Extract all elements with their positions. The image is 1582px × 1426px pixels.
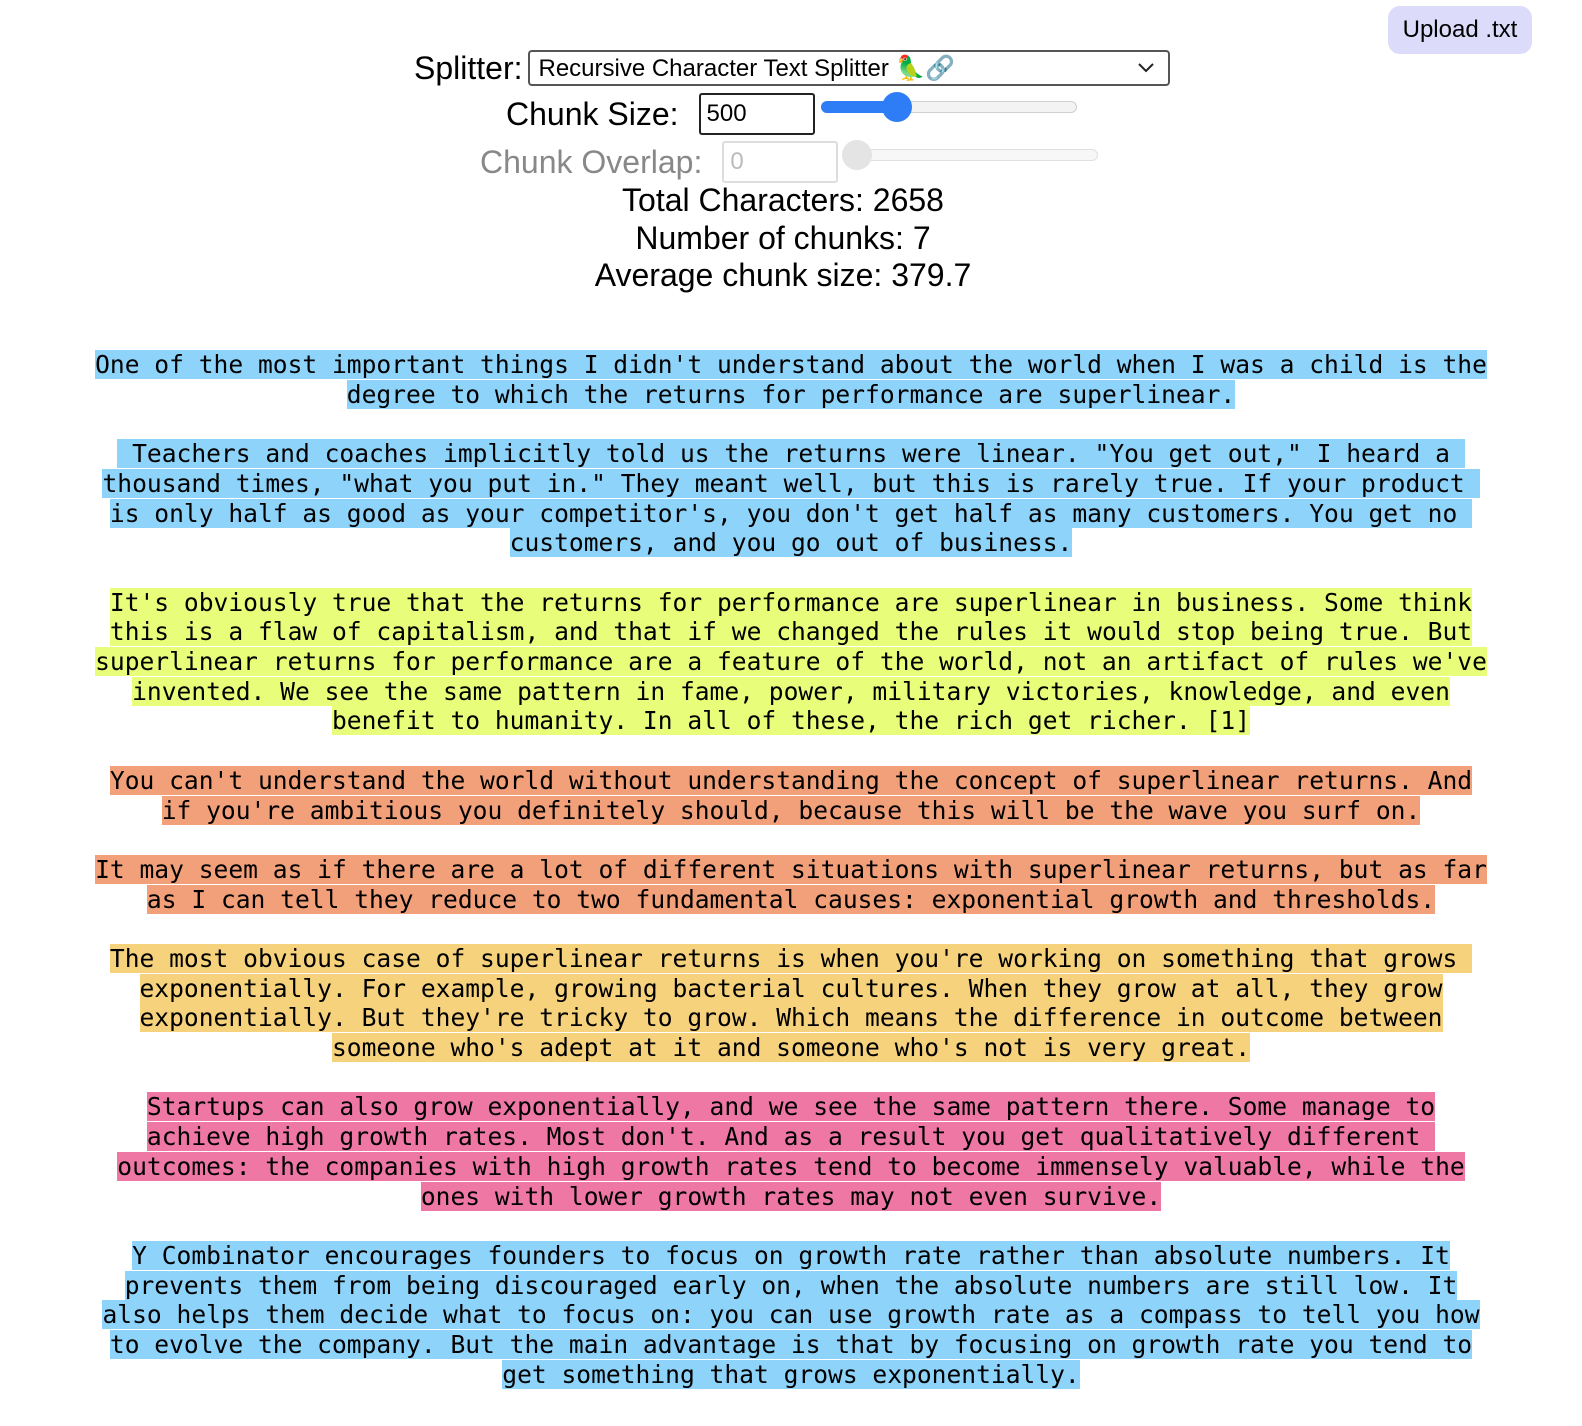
chunk-line: Teachers and coaches implicitly told us … [52, 439, 1530, 469]
chunk-size-label: Chunk Size: [506, 95, 679, 132]
chunk-line: to evolve the company. But the main adva… [52, 1330, 1530, 1360]
chunk-line: invented. We see the same pattern in fam… [52, 676, 1530, 707]
chunk-overlap-row: Chunk Overlap: 0 [480, 140, 1099, 184]
chunk-highlight-lime: invented. We see the same pattern in fam… [132, 676, 1450, 706]
chunk-line: It's obviously true that the returns for… [52, 587, 1530, 618]
chunk-line: ones with lower growth rates may not eve… [52, 1181, 1530, 1212]
chunk-overlap-input[interactable]: 0 [722, 141, 839, 183]
chunk-paragraph: Startups can also grow exponentially, an… [52, 1092, 1530, 1211]
chunk-line: degree to which the returns for performa… [52, 379, 1530, 410]
chunk-overlap-slider[interactable] [842, 140, 1099, 170]
chunk-size-slider-thumb[interactable] [881, 92, 912, 122]
chunk-line: as I can tell they reduce to two fundame… [52, 884, 1530, 915]
chunk-highlight-orange: as I can tell they reduce to two fundame… [146, 884, 1436, 914]
chunk-line: Startups can also grow exponentially, an… [52, 1092, 1530, 1122]
splitter-row: Splitter: Recursive Character Text Split… [414, 46, 1171, 90]
chunk-highlight-gold: someone who's adept at it and someone wh… [331, 1033, 1250, 1063]
chunk-line: superlinear returns for performance are … [52, 647, 1530, 677]
chunk-highlight-lime: this is a flaw of capitalism, and that i… [109, 617, 1473, 647]
splitter-label: Splitter: [414, 49, 523, 86]
chunk-line: also helps them decide what to focus on:… [52, 1300, 1530, 1330]
stats-panel: Total Characters: 2658 Number of chunks:… [0, 182, 1566, 295]
chunk-highlight-blue: customers, and you go out of business. [509, 528, 1073, 558]
chunk-visualization: One of the most important things I didn'… [52, 350, 1530, 1390]
splitter-selected-value: Recursive Character Text Splitter 🦜🔗 [538, 54, 956, 82]
chunk-line: someone who's adept at it and someone wh… [52, 1033, 1530, 1063]
chunk-highlight-blue: get something that grows exponentially. [502, 1359, 1080, 1389]
chunk-line: One of the most important things I didn'… [52, 350, 1530, 380]
chunk-line: is only half as good as your competitor'… [52, 498, 1530, 529]
chunk-highlight-orange: It may seem as if there are a lot of dif… [95, 854, 1487, 884]
upload-txt-button[interactable]: Upload .txt [1388, 6, 1532, 54]
chunk-paragraph: It may seem as if there are a lot of dif… [52, 854, 1530, 915]
chunk-size-row: Chunk Size: 500 [506, 92, 1077, 136]
chunk-paragraph: The most obvious case of superlinear ret… [52, 943, 1530, 1063]
chunk-line: It may seem as if there are a lot of dif… [52, 854, 1530, 885]
chunk-overlap-slider-thumb[interactable] [842, 140, 873, 170]
splitter-select[interactable]: Recursive Character Text Splitter 🦜🔗 [528, 50, 1171, 86]
chunk-line: benefit to humanity. In all of these, th… [52, 706, 1530, 736]
chunk-line: achieve high growth rates. Most don't. A… [52, 1122, 1530, 1152]
average-chunk-size: Average chunk size: 379.7 [594, 257, 972, 293]
chunk-highlight-gold: exponentially. But they're tricky to gro… [139, 1003, 1443, 1033]
chunk-highlight-blue: Teachers and coaches implicitly told us … [117, 439, 1465, 469]
chunk-line: exponentially. But they're tricky to gro… [52, 1003, 1530, 1033]
chunk-highlight-blue: degree to which the returns for performa… [346, 379, 1236, 409]
chunk-paragraph: Teachers and coaches implicitly told us … [52, 439, 1530, 558]
chunk-highlight-pink: ones with lower growth rates may not eve… [420, 1181, 1162, 1211]
chunk-line: get something that grows exponentially. [52, 1359, 1530, 1390]
chunk-line: exponentially. For example, growing bact… [52, 973, 1530, 1004]
chunk-highlight-lime: benefit to humanity. In all of these, th… [331, 706, 1250, 736]
chunk-paragraph: One of the most important things I didn'… [52, 350, 1530, 409]
chunk-highlight-orange: if you're ambitious you definitely shoul… [161, 795, 1421, 825]
chunk-highlight-blue: to evolve the company. But the main adva… [109, 1330, 1473, 1360]
chunk-highlight-lime: It's obviously true that the returns for… [109, 587, 1473, 617]
chunk-line: customers, and you go out of business. [52, 528, 1530, 558]
chunk-highlight-orange: You can't understand the world without u… [109, 765, 1473, 795]
chunk-paragraph: You can't understand the world without u… [52, 765, 1530, 826]
chunk-overlap-slider-track [842, 149, 1099, 161]
chunk-highlight-blue: also helps them decide what to focus on:… [102, 1300, 1480, 1330]
chunk-overlap-label: Chunk Overlap: [480, 143, 703, 180]
chunk-line: this is a flaw of capitalism, and that i… [52, 617, 1530, 647]
chunk-highlight-blue: prevents them from being discouraged ear… [124, 1270, 1458, 1300]
chunk-highlight-blue: One of the most important things I didn'… [95, 350, 1487, 379]
chunk-highlight-blue: is only half as good as your competitor'… [109, 498, 1473, 528]
chunk-line: The most obvious case of superlinear ret… [52, 943, 1530, 974]
chunk-paragraph: Y Combinator encourages founders to focu… [52, 1240, 1530, 1390]
chunk-highlight-pink: outcomes: the companies with high growth… [117, 1151, 1465, 1181]
chunk-highlight-pink: achieve high growth rates. Most don't. A… [146, 1122, 1436, 1152]
chunk-line: Y Combinator encourages founders to focu… [52, 1240, 1530, 1271]
chunk-highlight-gold: The most obvious case of superlinear ret… [109, 943, 1473, 973]
chunk-highlight-blue: thousand times, "what you put in." They … [102, 468, 1480, 498]
chunk-highlight-gold: exponentially. For example, growing bact… [139, 973, 1443, 1003]
chunk-paragraph: It's obviously true that the returns for… [52, 587, 1530, 737]
number-of-chunks: Number of chunks: 7 [635, 219, 931, 256]
chunk-line: thousand times, "what you put in." They … [52, 468, 1530, 499]
chunk-line: outcomes: the companies with high growth… [52, 1151, 1530, 1182]
chunk-highlight-pink: Startups can also grow exponentially, an… [146, 1092, 1436, 1122]
chunk-line: prevents them from being discouraged ear… [52, 1270, 1530, 1301]
chunk-highlight-blue: Y Combinator encourages founders to focu… [132, 1240, 1450, 1270]
chunk-line: if you're ambitious you definitely shoul… [52, 795, 1530, 826]
total-characters: Total Characters: 2658 [622, 182, 944, 218]
chevron-down-icon [1138, 63, 1155, 73]
chunk-size-slider[interactable] [820, 92, 1077, 122]
chunk-line: You can't understand the world without u… [52, 765, 1530, 796]
chunk-size-input[interactable]: 500 [698, 93, 815, 135]
chunk-highlight-lime: superlinear returns for performance are … [95, 647, 1487, 676]
